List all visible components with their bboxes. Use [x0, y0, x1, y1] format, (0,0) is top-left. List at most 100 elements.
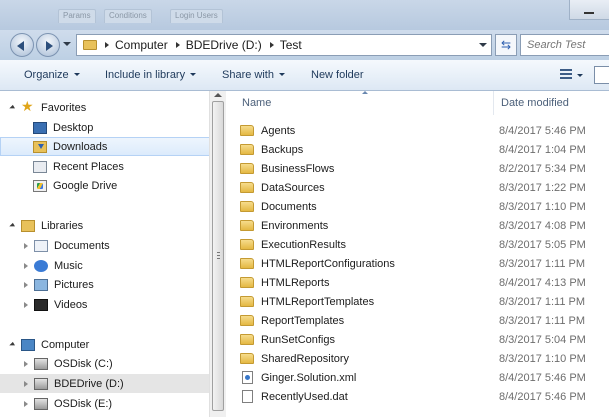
view-options-icon[interactable]	[560, 69, 572, 79]
organize-button[interactable]: Organize	[24, 69, 80, 81]
chevron-right-icon[interactable]	[269, 42, 274, 48]
nav-label: Documents	[54, 239, 110, 252]
nav-bdedrive[interactable]: BDEDrive (D:)	[0, 374, 210, 393]
chevron-right-icon[interactable]	[175, 42, 180, 48]
address-bar[interactable]: Computer BDEDrive (D:) Test	[76, 34, 492, 56]
include-in-library-button[interactable]: Include in library	[105, 69, 197, 81]
column-header-name[interactable]: Name	[242, 97, 271, 109]
music-icon	[34, 259, 48, 272]
file-date-modified: 8/4/2017 5:46 PM	[499, 390, 586, 403]
file-row[interactable]: DataSources 8/3/2017 1:22 PM	[240, 178, 600, 197]
nav-recent-places[interactable]: Recent Places	[0, 157, 210, 176]
file-row[interactable]: BusinessFlows 8/2/2017 5:34 PM	[240, 159, 600, 178]
recent-places-icon	[33, 160, 47, 173]
folder-icon	[240, 277, 254, 288]
expanded-icon[interactable]	[9, 222, 16, 229]
file-name: BusinessFlows	[261, 162, 335, 175]
file-name: ExecutionResults	[261, 238, 346, 251]
file-row[interactable]: ReportTemplates 8/3/2017 1:11 PM	[240, 311, 600, 330]
file-date-modified: 8/3/2017 1:11 PM	[499, 295, 586, 308]
expand-icon[interactable]	[24, 281, 28, 288]
expand-icon[interactable]	[24, 380, 28, 387]
nav-videos[interactable]: Videos	[0, 295, 210, 314]
breadcrumb-test[interactable]: Test	[280, 38, 302, 52]
share-with-button[interactable]: Share with	[222, 69, 285, 81]
scrollbar-thumb[interactable]	[212, 101, 224, 411]
file-date-modified: 8/3/2017 5:04 PM	[499, 333, 586, 346]
nav-label: Computer	[41, 338, 90, 351]
expand-icon[interactable]	[24, 360, 28, 367]
refresh-button[interactable]: ⇆	[495, 34, 517, 56]
nav-documents[interactable]: Documents	[0, 236, 210, 255]
nav-label: OSDisk (E:)	[54, 397, 113, 410]
minimize-button[interactable]	[569, 0, 609, 20]
breadcrumb-bdedrive[interactable]: BDEDrive (D:)	[186, 38, 262, 52]
nav-favorites[interactable]: Favorites	[0, 98, 210, 117]
nav-osdisk-e[interactable]: OSDisk (E:)	[0, 394, 210, 413]
file-row[interactable]: HTMLReports 8/4/2017 4:13 PM	[240, 273, 600, 292]
nav-label: Music	[54, 259, 83, 272]
breadcrumb-computer[interactable]: Computer	[115, 38, 168, 52]
file-row[interactable]: Environments 8/3/2017 4:08 PM	[240, 216, 600, 235]
file-row[interactable]: HTMLReportTemplates 8/3/2017 1:11 PM	[240, 292, 600, 311]
search-input[interactable]	[521, 35, 607, 55]
new-folder-button[interactable]: New folder	[311, 69, 364, 81]
nav-pictures[interactable]: Pictures	[0, 275, 210, 294]
file-row[interactable]: Agents 8/4/2017 5:46 PM	[240, 121, 600, 140]
nav-computer[interactable]: Computer	[0, 335, 210, 354]
column-divider[interactable]	[493, 91, 494, 115]
documents-library-icon	[34, 239, 48, 252]
nav-music[interactable]: Music	[0, 256, 210, 275]
nav-desktop[interactable]: Desktop	[0, 118, 210, 137]
file-name: ReportTemplates	[261, 314, 345, 327]
file-row[interactable]: SharedRepository 8/3/2017 1:10 PM	[240, 349, 600, 368]
back-button[interactable]	[10, 33, 34, 57]
file-row[interactable]: ExecutionResults 8/3/2017 5:05 PM	[240, 235, 600, 254]
file-row[interactable]: Ginger.Solution.xml 8/4/2017 5:46 PM	[240, 368, 600, 387]
background-tab: Login Users	[170, 9, 223, 23]
forward-button[interactable]	[36, 33, 60, 57]
column-header-date-modified[interactable]: Date modified	[501, 97, 569, 109]
folder-icon	[240, 258, 254, 269]
file-name: HTMLReportTemplates	[261, 295, 375, 308]
file-row[interactable]: RecentlyUsed.dat 8/4/2017 5:46 PM	[240, 387, 600, 406]
sort-ascending-icon	[362, 91, 368, 94]
nav-label: Desktop	[53, 121, 94, 134]
minimize-icon	[584, 12, 594, 14]
navigation-pane: Favorites Desktop Downloads Recent Place…	[0, 91, 210, 417]
folder-icon	[240, 182, 254, 193]
file-name: Ginger.Solution.xml	[261, 371, 357, 384]
file-row[interactable]: HTMLReportConfigurations 8/3/2017 1:11 PM	[240, 254, 600, 273]
file-name: Backups	[261, 143, 304, 156]
expand-icon[interactable]	[24, 301, 28, 308]
chevron-right-icon[interactable]	[105, 42, 109, 48]
file-row[interactable]: Backups 8/4/2017 1:04 PM	[240, 140, 600, 159]
file-row[interactable]: RunSetConfigs 8/3/2017 5:04 PM	[240, 330, 600, 349]
address-history-dropdown[interactable]	[479, 43, 487, 47]
preview-pane-button[interactable]	[594, 66, 609, 84]
expand-icon[interactable]	[24, 262, 28, 269]
scroll-up-icon[interactable]	[214, 93, 222, 97]
expand-icon[interactable]	[24, 242, 28, 249]
nav-google-drive[interactable]: Google Drive	[0, 176, 210, 195]
include-label: Include in library	[105, 69, 186, 81]
hard-drive-icon	[34, 357, 48, 370]
nav-downloads[interactable]: Downloads	[0, 137, 210, 156]
search-box[interactable]	[520, 34, 609, 56]
nav-osdisk-c[interactable]: OSDisk (C:)	[0, 354, 210, 373]
chevron-down-icon[interactable]	[577, 74, 583, 77]
file-date-modified: 8/3/2017 1:10 PM	[499, 352, 586, 365]
expanded-icon[interactable]	[9, 104, 16, 111]
expanded-icon[interactable]	[9, 341, 16, 348]
nav-libraries[interactable]: Libraries	[0, 216, 210, 235]
file-row[interactable]: Documents 8/3/2017 1:10 PM	[240, 197, 600, 216]
dat-file-icon	[242, 390, 253, 403]
recent-pages-dropdown[interactable]	[63, 42, 71, 46]
file-name: Environments	[261, 219, 329, 232]
expand-icon[interactable]	[24, 400, 28, 407]
folder-icon	[240, 353, 254, 364]
file-date-modified: 8/3/2017 1:22 PM	[499, 181, 586, 194]
navigation-scrollbar[interactable]	[209, 91, 226, 417]
file-date-modified: 8/4/2017 4:13 PM	[499, 276, 586, 289]
file-date-modified: 8/3/2017 1:11 PM	[499, 314, 586, 327]
